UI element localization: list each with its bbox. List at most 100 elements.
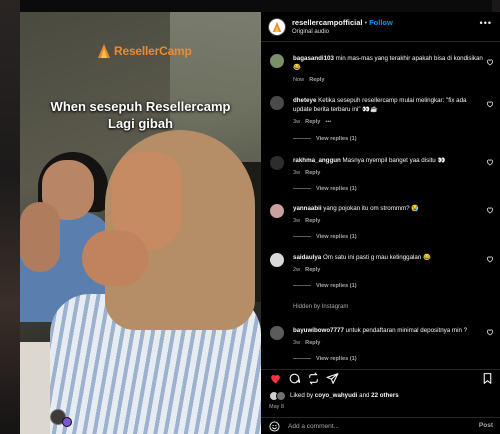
hidden-comments-notice[interactable]: Hidden by Instagram	[293, 304, 348, 310]
comment-meta: Now Reply	[293, 77, 324, 83]
view-replies-label: View replies (1)	[316, 283, 357, 289]
comment-body: saidaulya Om satu ini pasti g mau keting…	[293, 253, 483, 262]
comment-time: 3w	[293, 170, 301, 176]
emoji-icon[interactable]	[269, 421, 280, 432]
post-actions	[261, 370, 500, 388]
comment-avatar[interactable]	[270, 253, 284, 267]
comment-icon[interactable]	[288, 372, 301, 385]
comment-avatar[interactable]	[270, 54, 284, 68]
comment-avatar[interactable]	[270, 156, 284, 170]
post-media[interactable]: ResellerCamp When sesepuh Resellercamp L…	[20, 12, 261, 434]
comment-options-icon[interactable]: •••	[325, 119, 331, 125]
heart-icon[interactable]	[269, 372, 282, 385]
reply-button[interactable]: Reply	[305, 340, 320, 346]
view-replies-label: View replies (1)	[316, 186, 357, 192]
comment-username[interactable]: bagasandi103	[293, 55, 334, 62]
media-caption-line2: Lagi gibah	[108, 116, 173, 131]
reply-button[interactable]: Reply	[305, 267, 320, 273]
repost-icon[interactable]	[307, 372, 320, 385]
media-caption: When sesepuh Resellercamp Lagi gibah	[34, 98, 247, 132]
view-replies-button[interactable]: View replies (1)	[293, 186, 357, 192]
comment-text: Om satu ini pasti g mau ketinggalan 😂	[322, 254, 431, 261]
comment-body: bayuwibowo7777 untuk pendaftaran minimal…	[293, 326, 483, 335]
comment-avatar[interactable]	[270, 326, 284, 340]
comment-avatar[interactable]	[270, 96, 284, 110]
comment-meta: 2w Reply	[293, 267, 320, 273]
view-replies-label: View replies (1)	[316, 356, 357, 362]
post-comment-button[interactable]: Post	[479, 422, 493, 429]
like-comment-heart-icon[interactable]	[486, 158, 494, 166]
comment-username[interactable]: rakhma_anggun	[293, 157, 341, 164]
account-avatar[interactable]	[268, 18, 286, 36]
media-person-front-hand	[82, 230, 148, 286]
comment-text: untuk pendaftaran minimal depositnya min…	[345, 327, 468, 334]
comment-meta: 3w Reply •••	[293, 119, 331, 125]
audio-label[interactable]: Original audio	[292, 29, 329, 35]
post-date: May 8	[269, 404, 284, 410]
follow-button[interactable]: Follow	[369, 18, 393, 27]
bookmark-icon[interactable]	[481, 372, 494, 385]
comment-username[interactable]: yannaabii	[293, 205, 322, 212]
reply-button[interactable]: Reply	[305, 218, 320, 224]
view-replies-label: View replies (1)	[316, 234, 357, 240]
comment-text: Masnya nyempil banget yaa disitu 👀	[342, 157, 446, 164]
header-separator: •	[364, 18, 368, 27]
like-comment-heart-icon[interactable]	[486, 255, 494, 263]
likes-text[interactable]: Liked by coyo_wahyudi and 22 others	[290, 392, 399, 399]
comment-text: yang pojokan itu om strommm? 😭	[323, 205, 420, 212]
likes-prefix: Liked by	[290, 392, 315, 399]
likes-others[interactable]: 22 others	[371, 392, 399, 399]
comment-time: 3w	[293, 218, 301, 224]
view-replies-button[interactable]: View replies (1)	[293, 356, 357, 362]
comment-username[interactable]: saidaulya	[293, 254, 321, 261]
like-comment-heart-icon[interactable]	[486, 328, 494, 336]
comment-list[interactable]: bagasandi103 min mas-mas yang terakhir a…	[261, 46, 500, 368]
comment-time: Now	[293, 77, 305, 83]
comment-time: 3w	[293, 340, 301, 346]
brand-flame-icon	[98, 44, 110, 58]
liker-avatar	[276, 391, 286, 401]
comment-text: Ketika sesepuh resellercamp mulai meling…	[293, 97, 467, 113]
brand-logo-text: ResellerCamp	[114, 44, 192, 58]
replies-line	[293, 285, 311, 287]
comment-username[interactable]: dheteye	[293, 97, 316, 104]
comment-username[interactable]: bayuwibowo7777	[293, 327, 344, 334]
more-horizontal-icon[interactable]: •••	[480, 18, 492, 28]
tag-badge-icon	[62, 417, 72, 427]
like-comment-heart-icon[interactable]	[486, 58, 494, 66]
comment-avatar[interactable]	[270, 204, 284, 218]
background-left	[0, 0, 20, 434]
comment-meta: 3w Reply	[293, 218, 320, 224]
account-logo-icon	[272, 22, 282, 32]
share-icon[interactable]	[326, 372, 339, 385]
replies-line	[293, 138, 311, 140]
post-header: resellercampofficial • Follow Original aud…	[261, 12, 500, 42]
view-replies-button[interactable]: View replies (1)	[293, 234, 357, 240]
account-username[interactable]: resellercampofficial	[292, 18, 362, 27]
account-name-row: resellercampofficial • Follow	[292, 18, 393, 27]
post-side-panel: resellercampofficial • Follow Original aud…	[261, 12, 500, 434]
replies-line	[293, 188, 311, 190]
like-comment-heart-icon[interactable]	[486, 100, 494, 108]
comment-meta: 3w Reply	[293, 340, 320, 346]
view-replies-label: View replies (1)	[316, 136, 357, 142]
comment-body: dheteye Ketika sesepuh resellercamp mula…	[293, 96, 483, 114]
view-replies-button[interactable]: View replies (1)	[293, 136, 357, 142]
media-caption-line1: When sesepuh Resellercamp	[50, 99, 231, 114]
comment-time: 2w	[293, 267, 301, 273]
comment-body: yannaabii yang pojokan itu om strommm? 😭	[293, 204, 483, 213]
comment-time: 3w	[293, 119, 301, 125]
add-comment-input[interactable]	[288, 421, 458, 432]
reply-button[interactable]: Reply	[309, 77, 324, 83]
replies-line	[293, 236, 311, 238]
reply-button[interactable]: Reply	[305, 170, 320, 176]
likes-user[interactable]: coyo_wahyudi	[315, 392, 358, 399]
reply-button[interactable]: Reply	[305, 119, 320, 125]
view-replies-button[interactable]: View replies (1)	[293, 283, 357, 289]
comment-body: bagasandi103 min mas-mas yang terakhir a…	[293, 54, 483, 72]
instagram-post-viewer: ResellerCamp When sesepuh Resellercamp L…	[0, 0, 500, 434]
likes-summary: Liked by coyo_wahyudi and 22 others	[269, 390, 494, 404]
comment-meta: 3w Reply	[293, 170, 320, 176]
brand-logo: ResellerCamp	[98, 44, 192, 58]
like-comment-heart-icon[interactable]	[486, 206, 494, 214]
